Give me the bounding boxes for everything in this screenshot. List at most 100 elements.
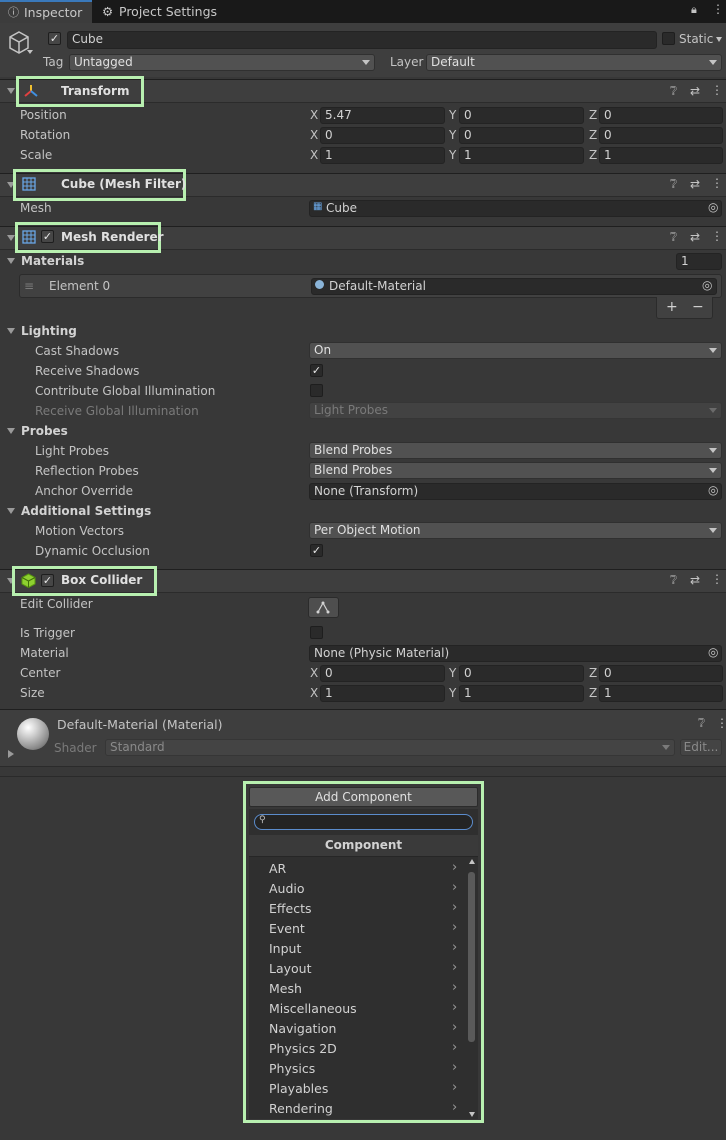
axis-x-label[interactable]: X (310, 128, 320, 142)
axis-y-label[interactable]: Y (449, 108, 459, 122)
component-search-input[interactable] (269, 815, 469, 829)
shader-edit-button[interactable]: Edit... (680, 739, 722, 756)
presets-icon[interactable]: ⇄ (690, 230, 700, 244)
more-menu-icon[interactable]: ⋮ (711, 83, 723, 97)
presets-icon[interactable]: ⇄ (690, 84, 700, 98)
component-menu-item[interactable]: Miscellaneous › (249, 1000, 465, 1020)
position-z-field[interactable]: 0 (599, 107, 723, 124)
center-x-field[interactable]: 0 (320, 665, 445, 682)
mesh-field[interactable]: Cube (309, 200, 722, 217)
component-menu-item[interactable]: Effects › (249, 900, 465, 920)
scrollbar-thumb[interactable] (468, 872, 475, 1042)
remove-element-button[interactable]: − (692, 299, 704, 315)
collider-material-field[interactable]: None (Physic Material) (309, 645, 722, 662)
cast-shadows-dropdown[interactable]: On (309, 342, 722, 359)
more-menu-icon[interactable]: ⋮ (711, 229, 723, 243)
scroll-down-arrow-icon[interactable] (469, 1112, 475, 1117)
more-menu-icon[interactable]: ⋮ (711, 176, 723, 190)
foldout-arrow-icon[interactable] (7, 258, 15, 264)
static-checkbox[interactable] (662, 32, 675, 45)
tag-dropdown[interactable]: Untagged (69, 54, 375, 71)
help-icon[interactable]: ❔︎ (670, 84, 677, 99)
shader-dropdown[interactable]: Standard (105, 739, 675, 756)
light-probes-dropdown[interactable]: Blend Probes (309, 442, 722, 459)
element0-field[interactable]: Default-Material (311, 278, 717, 295)
scale-x-field[interactable]: 1 (320, 147, 445, 164)
foldout-arrow-icon[interactable] (7, 235, 15, 241)
axis-z-label[interactable]: Z (589, 108, 599, 122)
object-picker-icon[interactable]: ◎ (708, 200, 718, 214)
box-collider-enabled-checkbox[interactable]: ✓ (41, 574, 54, 587)
layer-dropdown[interactable]: Default (426, 54, 722, 71)
axis-z-label[interactable]: Z (589, 686, 599, 700)
rotation-z-field[interactable]: 0 (599, 127, 723, 144)
foldout-arrow-icon[interactable] (7, 88, 15, 94)
size-x-field[interactable]: 1 (320, 685, 445, 702)
foldout-arrow-icon[interactable] (8, 750, 14, 758)
dynamic-occlusion-checkbox[interactable]: ✓ (310, 544, 323, 557)
presets-icon[interactable]: ⇄ (690, 177, 700, 191)
component-menu-item[interactable]: Rendering › (249, 1100, 465, 1120)
receive-shadows-checkbox[interactable]: ✓ (310, 364, 323, 377)
position-x-field[interactable]: 5.47 (320, 107, 445, 124)
axis-z-label[interactable]: Z (589, 128, 599, 142)
lock-icon[interactable]: 🔒︎ (691, 3, 697, 17)
object-picker-icon[interactable]: ◎ (708, 645, 718, 659)
size-z-field[interactable]: 1 (599, 685, 723, 702)
axis-x-label[interactable]: X (310, 148, 320, 162)
contribute-gi-checkbox[interactable] (310, 384, 323, 397)
rotation-y-field[interactable]: 0 (459, 127, 584, 144)
component-menu-item[interactable]: Input › (249, 940, 465, 960)
help-icon[interactable]: ❔︎ (670, 230, 677, 245)
axis-y-label[interactable]: Y (449, 148, 459, 162)
more-menu-icon[interactable]: ⋮ (711, 572, 723, 586)
active-checkbox[interactable]: ✓ (48, 32, 61, 45)
materials-count-field[interactable]: 1 (676, 253, 722, 270)
help-icon[interactable]: ❔︎ (670, 573, 677, 588)
foldout-arrow-icon[interactable] (7, 508, 15, 514)
axis-x-label[interactable]: X (310, 666, 320, 680)
axis-x-label[interactable]: X (310, 686, 320, 700)
component-menu-item[interactable]: Playables › (249, 1080, 465, 1100)
component-search-field[interactable]: ⚲ (254, 814, 473, 830)
axis-y-label[interactable]: Y (449, 128, 459, 142)
edit-collider-button[interactable] (308, 597, 339, 618)
center-z-field[interactable]: 0 (599, 665, 723, 682)
center-y-field[interactable]: 0 (459, 665, 584, 682)
help-icon[interactable]: ❔︎ (698, 716, 705, 731)
object-name-field[interactable]: Cube (67, 31, 657, 49)
position-y-field[interactable]: 0 (459, 107, 584, 124)
add-component-button[interactable]: Add Component (249, 787, 478, 807)
component-menu-item[interactable]: Audio › (249, 880, 465, 900)
presets-icon[interactable]: ⇄ (690, 573, 700, 587)
object-picker-icon[interactable]: ◎ (702, 278, 712, 292)
component-menu-item[interactable]: Physics 2D › (249, 1040, 465, 1060)
mesh-renderer-enabled-checkbox[interactable]: ✓ (41, 230, 54, 243)
help-icon[interactable]: ❔︎ (670, 177, 677, 192)
reflection-probes-dropdown[interactable]: Blend Probes (309, 462, 722, 479)
component-menu-item[interactable]: AR › (249, 860, 465, 880)
axis-z-label[interactable]: Z (589, 666, 599, 680)
scale-z-field[interactable]: 1 (599, 147, 723, 164)
scale-y-field[interactable]: 1 (459, 147, 584, 164)
axis-y-label[interactable]: Y (449, 686, 459, 700)
anchor-override-field[interactable]: None (Transform) (309, 483, 722, 500)
tab-project-settings[interactable]: ⚙ Project Settings (102, 0, 232, 23)
more-menu-icon[interactable]: ⋮ (716, 716, 726, 730)
foldout-arrow-icon[interactable] (7, 328, 15, 334)
axis-x-label[interactable]: X (310, 108, 320, 122)
axis-y-label[interactable]: Y (449, 666, 459, 680)
add-element-button[interactable]: + (666, 299, 678, 315)
foldout-arrow-icon[interactable] (7, 428, 15, 434)
component-menu-item[interactable]: Event › (249, 920, 465, 940)
static-dropdown-arrow[interactable] (716, 37, 722, 42)
component-menu-item[interactable]: Layout › (249, 960, 465, 980)
component-menu-item[interactable]: Navigation › (249, 1020, 465, 1040)
motion-vectors-dropdown[interactable]: Per Object Motion (309, 522, 722, 539)
more-menu-icon[interactable]: ⋮ (712, 2, 724, 16)
rotation-x-field[interactable]: 0 (320, 127, 445, 144)
icon-picker-arrow[interactable] (27, 50, 33, 54)
component-menu-item[interactable]: Mesh › (249, 980, 465, 1000)
scroll-up-arrow-icon[interactable] (469, 859, 475, 864)
tab-inspector[interactable]: ⓘ Inspector (0, 0, 92, 23)
